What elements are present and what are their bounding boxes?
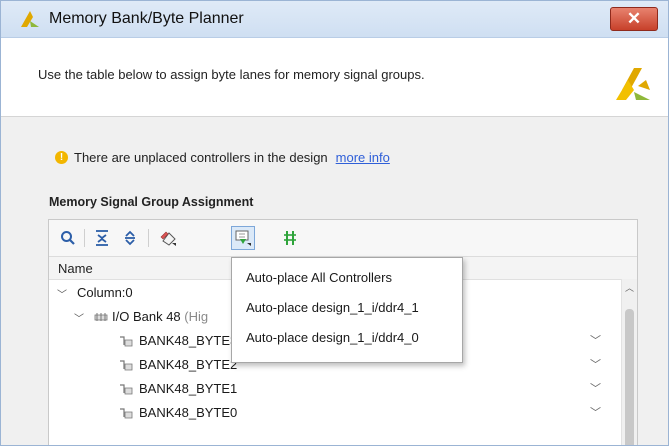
- clear-icon[interactable]: [279, 227, 301, 249]
- dialog-window: Memory Bank/Byte Planner ✕ Use the table…: [0, 0, 669, 446]
- chevron-down-icon[interactable]: ﹀: [590, 380, 601, 396]
- vivado-logo-icon: [21, 11, 39, 27]
- more-info-link[interactable]: more info: [336, 150, 390, 165]
- menu-item-auto-place-all[interactable]: Auto-place All Controllers: [246, 270, 392, 292]
- byte-lane-icon: [120, 360, 133, 371]
- collapse-all-icon[interactable]: [91, 227, 113, 249]
- warning-text: There are unplaced controllers in the de…: [74, 149, 328, 165]
- tree-row-byte0[interactable]: BANK48_BYTE0 ﹀: [49, 401, 619, 425]
- tree-row-label: BANK48_BYTE3: [139, 333, 238, 348]
- tree-row-label: Column:0: [77, 285, 133, 300]
- chevron-down-icon[interactable]: ﹀: [590, 404, 601, 420]
- menu-item-auto-place-ddr4-0[interactable]: Auto-place design_1_i/ddr4_0: [246, 330, 419, 352]
- vertical-scrollbar[interactable]: ︿: [621, 279, 637, 445]
- tree-row-label: BANK48_BYTE2: [139, 357, 238, 372]
- window-title: Memory Bank/Byte Planner: [49, 10, 244, 27]
- io-bank-icon: [94, 313, 108, 321]
- search-icon[interactable]: [57, 227, 79, 249]
- expand-all-icon[interactable]: [119, 227, 141, 249]
- auto-place-icon[interactable]: [231, 226, 255, 250]
- chevron-down-icon[interactable]: ﹀: [57, 286, 67, 301]
- section-title: Memory Signal Group Assignment: [49, 195, 254, 209]
- warning-message: ! There are unplaced controllers in the …: [55, 148, 390, 166]
- close-button[interactable]: ✕: [610, 7, 658, 31]
- menu-item-auto-place-ddr4-1[interactable]: Auto-place design_1_i/ddr4_1: [246, 300, 419, 322]
- header-description: Use the table below to assign byte lanes…: [38, 67, 425, 82]
- tree-row-label: I/O Bank 48 (Hig: [112, 309, 209, 324]
- toolbar-separator: [84, 229, 85, 247]
- toolbar-separator: [148, 229, 149, 247]
- chevron-down-icon[interactable]: ﹀: [590, 332, 601, 348]
- byte-lane-icon: [120, 384, 133, 395]
- vivado-logo-icon: [616, 68, 650, 100]
- tree-row-byte1[interactable]: BANK48_BYTE1 ﹀: [49, 377, 619, 401]
- tree-row-label: BANK48_BYTE0: [139, 405, 238, 420]
- chevron-down-icon[interactable]: ﹀: [74, 310, 84, 325]
- title-bar: Memory Bank/Byte Planner ✕: [1, 1, 668, 38]
- scroll-thumb[interactable]: [625, 309, 634, 445]
- byte-lane-icon: [120, 408, 133, 419]
- scroll-up-icon[interactable]: ︿: [625, 281, 634, 294]
- header-band: Use the table below to assign byte lanes…: [1, 38, 668, 117]
- tree-row-label: BANK48_BYTE1: [139, 381, 238, 396]
- chevron-down-icon[interactable]: ﹀: [590, 356, 601, 372]
- warning-icon: !: [55, 150, 68, 164]
- toolbar: [49, 220, 637, 257]
- name-column-label: Name: [58, 261, 93, 276]
- auto-place-menu: Auto-place All Controllers Auto-place de…: [231, 257, 463, 363]
- place-icon[interactable]: [157, 227, 179, 249]
- byte-lane-icon: [120, 336, 133, 347]
